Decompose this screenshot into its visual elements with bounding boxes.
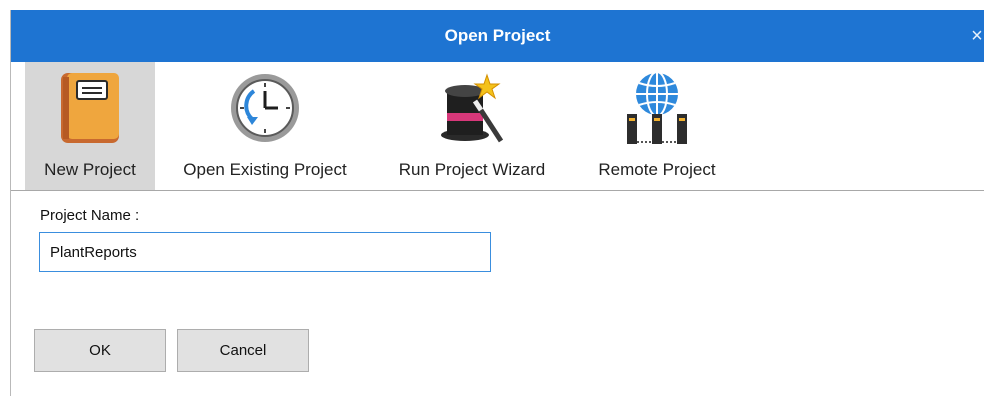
run-project-wizard-label: Run Project Wizard xyxy=(398,160,546,179)
project-name-input[interactable] xyxy=(39,232,491,272)
new-project-label: New Project xyxy=(44,160,136,179)
project-type-toolbar: New Project Open Existing Project Run Pr… xyxy=(11,62,984,191)
title-bar: Open Project × xyxy=(11,10,984,62)
cancel-button[interactable]: Cancel xyxy=(177,329,309,372)
dialog-title: Open Project xyxy=(444,26,551,45)
notebook-icon xyxy=(50,68,130,148)
new-project-button[interactable]: New Project xyxy=(25,62,155,190)
ok-button[interactable]: OK xyxy=(34,329,166,372)
project-name-label: Project Name : xyxy=(40,207,140,224)
remote-project-label: Remote Project xyxy=(598,160,716,179)
globe-servers-icon xyxy=(617,68,697,148)
open-existing-project-button[interactable]: Open Existing Project xyxy=(165,62,365,190)
close-icon[interactable]: × xyxy=(964,10,984,62)
open-project-dialog: Open Project × New Project Open Existing… xyxy=(10,10,984,396)
open-existing-project-label: Open Existing Project xyxy=(183,160,347,179)
clock-icon xyxy=(225,68,305,148)
background-strip xyxy=(0,0,10,396)
remote-project-button[interactable]: Remote Project xyxy=(577,62,737,190)
magic-hat-icon xyxy=(432,68,512,148)
run-project-wizard-button[interactable]: Run Project Wizard xyxy=(379,62,565,190)
